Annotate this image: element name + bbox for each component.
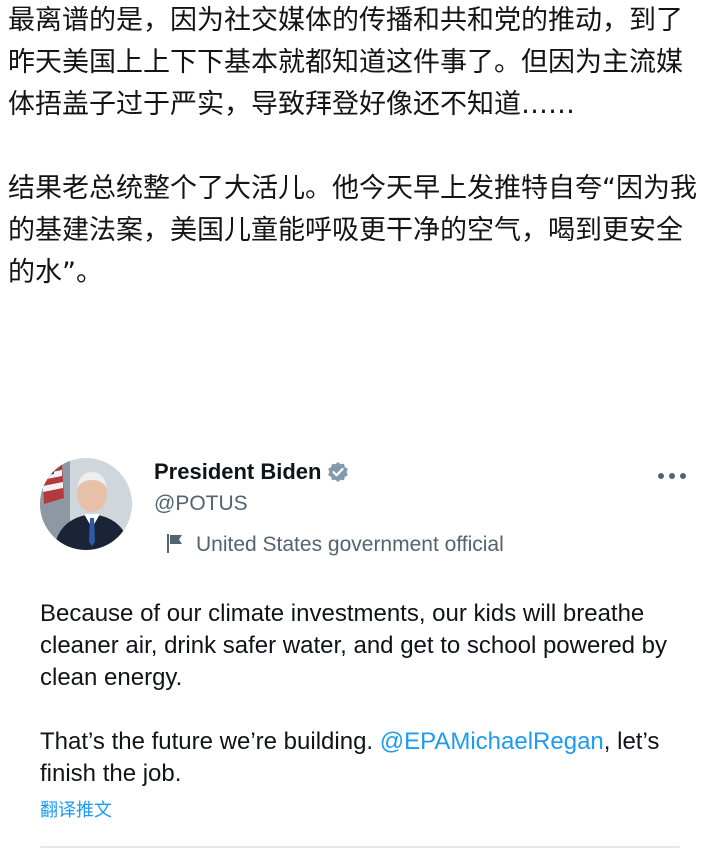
author-row: President Biden	[154, 456, 349, 488]
avatar[interactable]	[40, 458, 132, 550]
author-handle[interactable]: @POTUS	[154, 492, 248, 516]
more-options-icon	[657, 465, 687, 484]
article-paragraph-1: 最离谱的是，因为社交媒体的传播和共和党的推动，到了昨天美国上上下下基本就都知道这…	[8, 5, 683, 120]
more-options-button[interactable]	[650, 460, 694, 488]
mention-link[interactable]: @EPAMichaelRegan	[380, 728, 604, 755]
author-name[interactable]: President Biden	[154, 459, 321, 485]
embedded-tweet[interactable]: President Biden @POTUS United States gov…	[0, 440, 716, 848]
tweet-paragraph-2: That’s the future we’re building. @EPAMi…	[40, 726, 690, 790]
article: 最离谱的是，因为社交媒体的传播和共和党的推动，到了昨天美国上上下下基本就都知道这…	[8, 0, 708, 294]
article-paragraph-2: 结果老总统整个了大活儿。他今天早上发推特自夸“因为我的基建法案，美国儿童能呼吸更…	[8, 173, 697, 288]
tweet-paragraph-1: Because of our climate investments, our …	[40, 600, 668, 691]
tweet-text: Because of our climate investments, our …	[40, 598, 690, 790]
government-official-label: United States government official	[196, 533, 504, 556]
tweet-paragraph-2-prefix: That’s the future we’re building.	[40, 728, 380, 755]
translate-tweet-link[interactable]: 翻译推文	[40, 796, 112, 822]
government-label-row: United States government official	[164, 530, 504, 560]
verified-badge-icon	[327, 461, 349, 483]
flag-icon	[164, 532, 186, 558]
